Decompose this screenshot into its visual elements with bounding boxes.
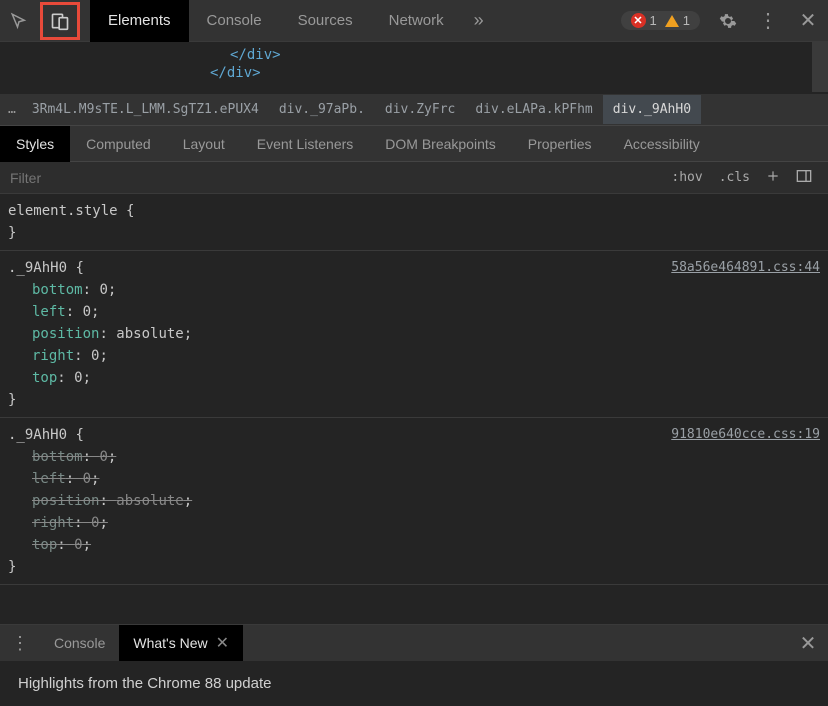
breadcrumb-item-selected[interactable]: div._9AhH0 [603,95,701,124]
tab-elements[interactable]: Elements [90,0,189,42]
tab-console[interactable]: Console [189,0,280,42]
close-devtools-icon[interactable]: ✕ [788,0,828,42]
new-rule-icon[interactable] [758,169,788,187]
prop-name: position [32,326,99,342]
drawer-close-icon[interactable]: ✕ [788,631,828,656]
prop-value: absolute [116,493,183,509]
dom-line: </div> [210,65,261,81]
panel-tab-properties[interactable]: Properties [512,126,608,162]
panel-tab-dom-breakpoints[interactable]: DOM Breakpoints [369,126,511,162]
main-tabs: Elements Console Sources Network » [90,0,496,42]
source-link[interactable]: 91810e640cce.css:19 [671,424,820,446]
prop-name: bottom [32,282,83,298]
close-tab-icon[interactable]: ✕ [216,633,229,653]
breadcrumb-item[interactable]: div.eLAPa.kPFhm [465,102,602,117]
more-tabs-icon[interactable]: » [462,10,496,31]
warning-count: 1 [683,13,690,28]
kebab-menu-icon[interactable]: ⋮ [748,0,788,42]
drawer-tabs: ⋮ Console What's New ✕ ✕ [0,625,828,661]
panel-tab-layout[interactable]: Layout [167,126,241,162]
dom-breadcrumb: … 3Rm4L.M9sTE.L_LMM.SgTZ1.ePUX4 div._97a… [0,94,828,126]
breadcrumb-item[interactable]: div.ZyFrc [375,102,465,117]
dom-line: </div> [230,47,281,63]
drawer-tab-label: What's New [133,635,207,651]
source-link[interactable]: 58a56e464891.css:44 [671,257,820,279]
prop-value: 0 [83,304,91,320]
toolbar-right: ⋮ ✕ [708,0,828,42]
breadcrumb-ellipsis[interactable]: … [2,102,22,117]
drawer: ⋮ Console What's New ✕ ✕ Highlights from… [0,624,828,706]
prop-value: 0 [99,282,107,298]
filter-actions: :hov .cls [663,169,828,187]
panel-tab-accessibility[interactable]: Accessibility [608,126,716,162]
warning-icon [665,15,679,27]
selector: ._9AhH0 [8,427,67,443]
tab-network[interactable]: Network [371,0,462,42]
prop-value: 0 [74,537,82,553]
style-rule-overridden[interactable]: 91810e640cce.css:19 ._9AhH0 { bottom: 0;… [0,418,828,585]
styles-panel-tabs: Styles Computed Layout Event Listeners D… [0,126,828,162]
device-toggle-icon[interactable] [40,2,80,40]
styles-filter-bar: :hov .cls [0,162,828,194]
selector: element.style [8,203,118,219]
prop-value: 0 [99,449,107,465]
panel-tab-event-listeners[interactable]: Event Listeners [241,126,370,162]
prop-value: 0 [74,370,82,386]
prop-name: top [32,370,57,386]
prop-name: bottom [32,449,83,465]
settings-icon[interactable] [708,0,748,42]
drawer-content: Highlights from the Chrome 88 update [0,661,828,706]
breadcrumb-item[interactable]: div._97aPb. [269,102,375,117]
scrollbar[interactable] [812,42,828,92]
dom-tree-preview[interactable]: </div> </div> [0,42,828,94]
devtools-toolbar: Elements Console Sources Network » ✕ 1 1… [0,0,828,42]
prop-name: position [32,493,99,509]
panel-tab-computed[interactable]: Computed [70,126,167,162]
panel-tab-styles[interactable]: Styles [0,126,70,162]
prop-name: left [32,304,66,320]
selector: ._9AhH0 [8,260,67,276]
drawer-menu-icon[interactable]: ⋮ [0,633,40,654]
style-rule-element[interactable]: element.style { } [0,194,828,251]
styles-filter-input[interactable] [0,162,663,194]
error-count: 1 [650,13,657,28]
toggle-sidebar-icon[interactable] [788,169,820,187]
prop-value: absolute [116,326,183,342]
cls-toggle[interactable]: .cls [711,170,758,185]
error-icon: ✕ [631,13,646,28]
prop-name: top [32,537,57,553]
tab-sources[interactable]: Sources [280,0,371,42]
issues-badge[interactable]: ✕ 1 1 [621,11,700,30]
style-rule[interactable]: 58a56e464891.css:44 ._9AhH0 { bottom: 0;… [0,251,828,418]
prop-name: right [32,348,74,364]
prop-name: right [32,515,74,531]
breadcrumb-item[interactable]: 3Rm4L.M9sTE.L_LMM.SgTZ1.ePUX4 [22,102,269,117]
inspect-icon[interactable] [0,0,38,42]
drawer-tab-console[interactable]: Console [40,625,119,661]
prop-name: left [32,471,66,487]
drawer-tab-whatsnew[interactable]: What's New ✕ [119,625,243,661]
styles-pane: element.style { } 58a56e464891.css:44 ._… [0,194,828,585]
prop-value: 0 [83,471,91,487]
hov-toggle[interactable]: :hov [663,170,710,185]
